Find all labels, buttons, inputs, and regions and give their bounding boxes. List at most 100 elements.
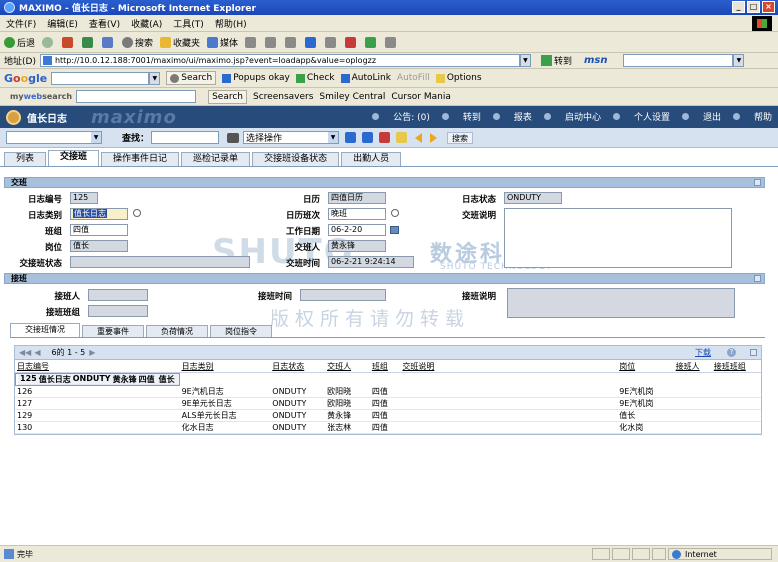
research-button[interactable] xyxy=(345,36,358,48)
tool-button[interactable] xyxy=(385,36,398,48)
print-button[interactable] xyxy=(285,36,298,48)
close-button[interactable]: × xyxy=(762,1,775,13)
signout-link[interactable]: 退出 xyxy=(681,110,721,123)
edit-button[interactable] xyxy=(305,36,318,48)
col-log-status[interactable]: 日志状态 xyxy=(270,361,326,373)
tab-list[interactable]: 列表 xyxy=(4,152,47,166)
find-input[interactable] xyxy=(151,131,220,144)
col-takeover-group[interactable]: 接班班组 xyxy=(711,361,761,373)
subtab-handover-status[interactable]: 交接班情况 xyxy=(10,323,80,337)
save-icon[interactable] xyxy=(362,132,374,143)
autofill-button[interactable]: AutoFill xyxy=(397,73,430,83)
mail-button[interactable] xyxy=(265,36,278,48)
prev-page-icon[interactable]: ◀ xyxy=(34,348,40,357)
google-dropdown[interactable]: ▼ xyxy=(149,71,161,85)
subtab-important-events[interactable]: 重要事件 xyxy=(82,325,144,337)
first-page-icon[interactable]: ◀◀ xyxy=(19,348,31,357)
msn-logo[interactable]: msn xyxy=(584,55,608,66)
table-row[interactable]: 130 化水日志 ONDUTY 张志林 四值 化水岗 xyxy=(15,421,761,434)
goto-link[interactable]: 转到 xyxy=(441,110,481,123)
subtab-position-orders[interactable]: 岗位指令 xyxy=(210,325,272,337)
menu-view[interactable]: 查看(V) xyxy=(89,17,120,30)
search-button[interactable]: 搜索 xyxy=(447,131,474,144)
col-shift-group[interactable]: 班组 xyxy=(369,361,401,373)
home-button[interactable] xyxy=(102,36,115,48)
address-input[interactable]: http://10.0.12.188:7001/maximo/ui/maximo… xyxy=(39,54,520,67)
help-link[interactable]: 帮助 xyxy=(732,110,772,123)
col-log-no[interactable]: 日志编号 xyxy=(15,361,180,373)
shift-group-field[interactable]: 四值 xyxy=(70,224,128,236)
tab-equipment-status[interactable]: 交接班设备状态 xyxy=(252,152,340,166)
calendar-shift-lookup-icon[interactable] xyxy=(391,209,399,217)
menu-file[interactable]: 文件(F) xyxy=(6,17,36,30)
log-type-lookup-icon[interactable] xyxy=(133,209,141,217)
handover-note-field[interactable] xyxy=(504,208,732,268)
screensavers-link[interactable]: Screensavers xyxy=(253,92,313,102)
col-takeover-person[interactable]: 接班人 xyxy=(673,361,712,373)
table-row[interactable]: 129 ALS单元长日志 ONDUTY 黄永锋 四值 值长 xyxy=(15,409,761,422)
log-type-field[interactable]: 值长日志 xyxy=(70,208,128,220)
history-button[interactable] xyxy=(245,36,258,48)
binoculars-icon[interactable] xyxy=(227,132,240,143)
next-record-icon[interactable] xyxy=(430,132,438,143)
col-log-type[interactable]: 日志类别 xyxy=(179,361,271,373)
goto-button[interactable]: 转到 xyxy=(540,54,572,67)
start-center-link[interactable]: 启动中心 xyxy=(543,110,601,123)
reports-link[interactable]: 报表 xyxy=(492,110,532,123)
menu-edit[interactable]: 编辑(E) xyxy=(47,17,78,30)
collapse-handover-button[interactable] xyxy=(754,179,761,186)
work-date-field[interactable]: 06-2-20 xyxy=(328,224,386,236)
minimize-button[interactable]: _ xyxy=(732,1,745,13)
tab-operation-log[interactable]: 操作事件日记 xyxy=(101,152,180,166)
google-search-input[interactable] xyxy=(51,71,150,85)
stop-button[interactable] xyxy=(62,36,75,48)
search-button[interactable]: 搜索 xyxy=(122,36,153,49)
forward-button[interactable] xyxy=(42,36,55,48)
notice-link[interactable]: 公告: (0) xyxy=(372,110,430,123)
media-button[interactable]: 媒体 xyxy=(207,36,238,49)
download-link[interactable]: 下载 xyxy=(695,347,711,358)
calendar-icon[interactable] xyxy=(390,226,399,234)
websearch-button[interactable]: Search xyxy=(208,89,247,104)
maximize-button[interactable]: □ xyxy=(747,1,760,13)
previous-record-icon[interactable] xyxy=(415,132,423,143)
back-button[interactable]: 后退 xyxy=(4,36,35,49)
profile-link[interactable]: 个人设置 xyxy=(612,110,670,123)
col-handover-person[interactable]: 交班人 xyxy=(325,361,370,373)
msn-search-input[interactable] xyxy=(623,54,734,67)
favorites-button[interactable]: 收藏夹 xyxy=(160,36,200,49)
col-position[interactable]: 岗位 xyxy=(617,361,674,373)
new-record-icon[interactable] xyxy=(345,132,357,143)
table-row[interactable]: 126 9E汽机日志 ONDUTY 欧阳晓 四值 9E汽机岗 xyxy=(15,386,761,398)
refresh-button[interactable] xyxy=(82,36,95,48)
tab-handover[interactable]: 交接班 xyxy=(48,150,100,166)
check-button[interactable]: Check xyxy=(295,73,335,83)
menu-help[interactable]: 帮助(H) xyxy=(215,17,247,30)
cursor-link[interactable]: Cursor Mania xyxy=(391,92,450,102)
calendar-shift-field[interactable]: 晚班 xyxy=(328,208,386,220)
websearch-input[interactable] xyxy=(76,90,197,103)
query-select[interactable]: ▼ xyxy=(6,131,102,144)
menu-tools[interactable]: 工具(T) xyxy=(173,17,204,30)
google-search-button[interactable]: Search xyxy=(166,71,217,85)
table-row[interactable]: 127 9E单元长日志 ONDUTY 欧阳晓 四值 9E汽机岗 xyxy=(15,397,761,410)
help-icon[interactable]: ? xyxy=(727,348,736,357)
bulletin-icon[interactable] xyxy=(396,132,408,143)
popups-button[interactable]: Popups okay xyxy=(222,73,290,83)
discuss-button[interactable] xyxy=(325,36,338,48)
smiley-link[interactable]: Smiley Central xyxy=(319,92,385,102)
autolink-button[interactable]: AutoLink xyxy=(340,73,391,83)
menu-favorites[interactable]: 收藏(A) xyxy=(131,17,162,30)
google-logo[interactable]: Google xyxy=(4,72,47,85)
col-handover-note[interactable]: 交班说明 xyxy=(400,361,618,373)
options-button[interactable]: Options xyxy=(435,73,482,83)
action-select[interactable]: 选择操作 ▼ xyxy=(243,131,340,144)
msn-dropdown[interactable]: ▼ xyxy=(733,54,745,67)
next-page-icon[interactable]: ▶ xyxy=(89,348,95,357)
tab-inspection[interactable]: 巡检记录单 xyxy=(181,152,251,166)
clear-icon[interactable] xyxy=(379,132,391,143)
table-row[interactable]: 125 值长日志 ONDUTY 黄永锋 四值 值长 xyxy=(15,373,180,386)
address-dropdown[interactable]: ▼ xyxy=(519,54,531,67)
tab-attendance[interactable]: 出勤人员 xyxy=(341,152,402,166)
messenger-button[interactable] xyxy=(365,36,378,48)
